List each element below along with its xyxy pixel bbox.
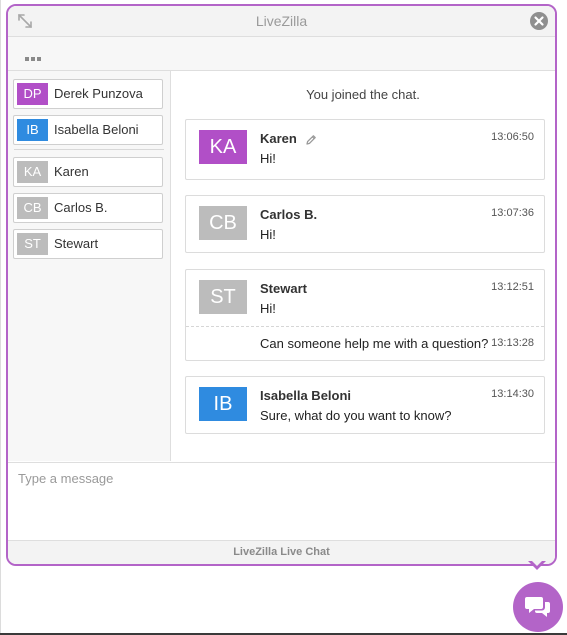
window-pointer-inner <box>531 560 543 566</box>
participant-derek-punzova[interactable]: DP Derek Punzova <box>13 79 163 109</box>
participant-karen[interactable]: KA Karen <box>13 157 163 187</box>
screen-edge <box>0 0 1 635</box>
message-karen: KA Karen 13:06:50 Hi! <box>185 119 545 180</box>
title-bar: LiveZilla <box>8 6 555 37</box>
message-text: Hi! <box>260 301 276 316</box>
avatar: KA <box>199 130 247 164</box>
avatar: IB <box>17 119 48 141</box>
avatar: CB <box>199 206 247 240</box>
participant-name: Karen <box>54 164 89 179</box>
window-title: LiveZilla <box>255 13 308 29</box>
participant-carlos-b[interactable]: CB Carlos B. <box>13 193 163 223</box>
message-list[interactable]: You joined the chat. KA Karen 13:06:50 H… <box>171 71 555 461</box>
close-icon[interactable] <box>529 11 549 31</box>
avatar: ST <box>199 280 247 314</box>
page: LiveZilla DP Derek Punzova IB Isabella B… <box>0 0 567 635</box>
message-author: Karen <box>260 131 317 146</box>
avatar: ST <box>17 233 48 255</box>
participant-name: Carlos B. <box>54 200 108 215</box>
more-icon[interactable] <box>24 50 44 61</box>
message-carlos-b: CB Carlos B. 13:07:36 Hi! <box>185 195 545 253</box>
message-author: Isabella Beloni <box>260 388 352 403</box>
message-stewart: ST Stewart 13:12:51 Hi! Can someone help… <box>185 269 545 361</box>
system-message: You joined the chat. <box>306 87 420 102</box>
message-text: Sure, what do you want to know? <box>260 408 452 423</box>
participants-sidebar: DP Derek Punzova IB Isabella Beloni KA K… <box>8 71 171 461</box>
participant-name: Stewart <box>54 236 99 251</box>
message-author: Stewart <box>260 281 307 296</box>
message-text: Hi! <box>260 227 276 242</box>
avatar: CB <box>17 197 48 219</box>
message-time: 13:12:51 <box>491 281 534 293</box>
message-time: 13:14:30 <box>491 388 534 400</box>
avatar: DP <box>17 83 48 105</box>
message-author: Carlos B. <box>260 207 318 222</box>
message-time: 13:13:28 <box>491 337 534 349</box>
pencil-icon[interactable] <box>305 134 317 146</box>
participant-name: Derek Punzova <box>54 86 143 101</box>
participant-isabella-beloni[interactable]: IB Isabella Beloni <box>13 115 163 145</box>
message-separator <box>186 326 544 327</box>
toolbar <box>8 37 555 71</box>
avatar: IB <box>199 387 247 421</box>
message-text: Hi! <box>260 151 276 166</box>
chat-bubbles-icon <box>525 597 550 617</box>
message-input[interactable] <box>16 469 550 537</box>
participant-stewart[interactable]: ST Stewart <box>13 229 163 259</box>
chat-window: LiveZilla DP Derek Punzova IB Isabella B… <box>6 4 557 566</box>
footer-brand: LiveZilla Live Chat <box>233 546 330 558</box>
message-isabella-beloni: IB Isabella Beloni 13:14:30 Sure, what d… <box>185 376 545 434</box>
sidebar-divider <box>14 149 164 150</box>
message-text: Can someone help me with a question? <box>260 336 489 351</box>
participant-name: Isabella Beloni <box>54 122 139 137</box>
avatar: KA <box>17 161 48 183</box>
chat-launcher-button[interactable] <box>513 582 563 632</box>
footer: LiveZilla Live Chat <box>8 540 555 564</box>
message-time: 13:06:50 <box>491 131 534 143</box>
composer <box>8 462 555 541</box>
author-name: Karen <box>260 131 297 146</box>
message-time: 13:07:36 <box>491 207 534 219</box>
